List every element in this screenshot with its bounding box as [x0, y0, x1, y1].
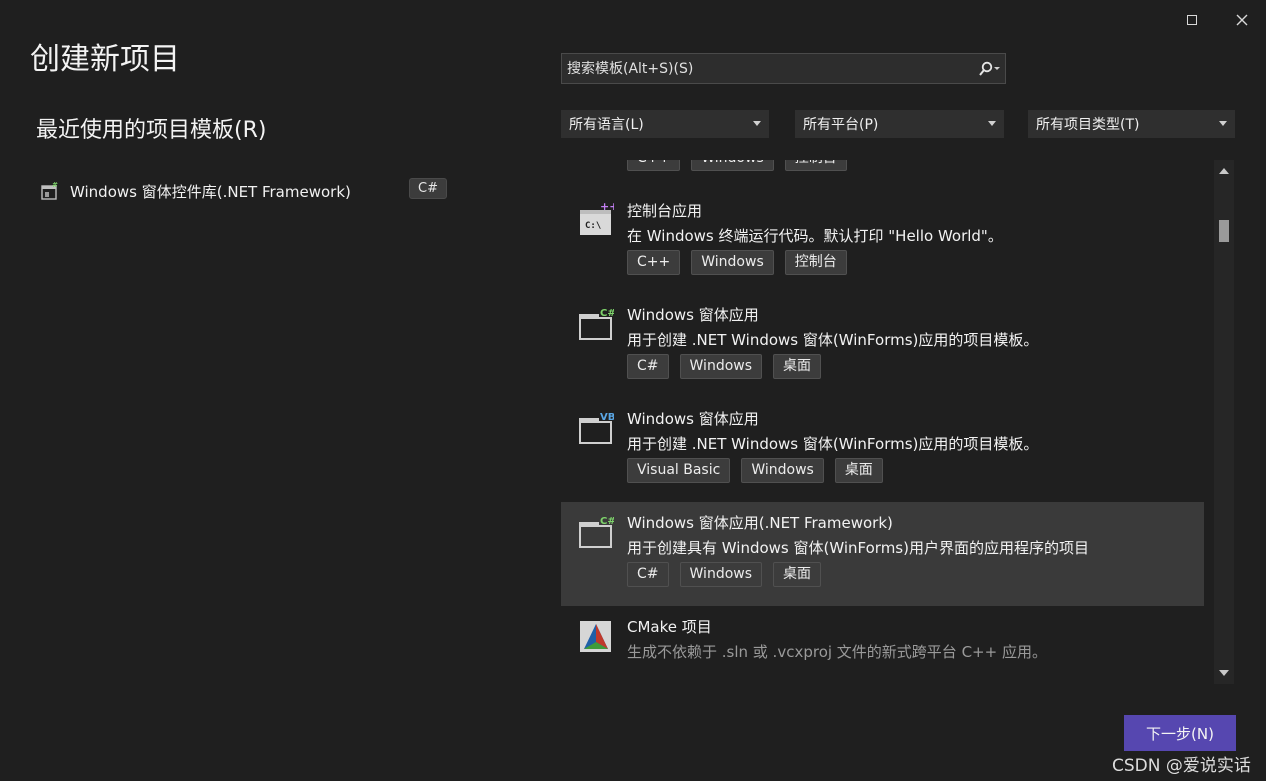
template-item[interactable]: CMake 项目 生成不依赖于 .sln 或 .vcxproj 文件的新式跨平台…	[561, 606, 1204, 684]
template-tag: C++	[627, 250, 681, 275]
template-tags: C++ Windows 控制台	[627, 250, 847, 275]
template-item[interactable]: VB Windows 窗体应用 用于创建 .NET Windows 窗体(Win…	[561, 398, 1204, 502]
chevron-down-icon	[753, 121, 761, 126]
svg-text:C#: C#	[600, 308, 614, 319]
recent-template-tag: C#	[409, 178, 447, 199]
template-item-selected[interactable]: C# Windows 窗体应用(.NET Framework) 用于创建具有 W…	[561, 502, 1204, 606]
template-list[interactable]: C++ Windows 控制台 C:\ ++ 控制台应用 在 Windows 终…	[561, 160, 1204, 684]
template-description: 用于创建具有 Windows 窗体(WinForms)用户界面的应用程序的项目	[627, 539, 1089, 557]
svg-text:++: ++	[600, 202, 614, 213]
cmake-icon	[580, 621, 611, 652]
close-icon	[1236, 14, 1248, 26]
template-title: 控制台应用	[627, 202, 703, 220]
svg-text:C:\: C:\	[585, 221, 601, 231]
template-tag: C#	[627, 562, 669, 587]
template-tag: Windows	[691, 160, 774, 171]
scroll-up-icon[interactable]	[1219, 168, 1229, 174]
template-tag: Visual Basic	[627, 458, 731, 483]
template-title: CMake 项目	[627, 618, 712, 636]
language-filter-value: 所有语言(L)	[569, 117, 644, 133]
console-app-icon: C:\ ++	[580, 202, 614, 235]
template-tag: Windows	[679, 354, 763, 379]
template-tag: Windows	[679, 562, 763, 587]
winforms-control-library-icon: #	[41, 181, 58, 200]
platform-filter-value: 所有平台(P)	[803, 117, 879, 133]
template-search-box[interactable]	[561, 53, 1006, 84]
template-tags: C# Windows 桌面	[627, 562, 822, 587]
maximize-button[interactable]	[1172, 6, 1212, 34]
scrollbar-thumb[interactable]	[1219, 220, 1229, 242]
next-button[interactable]: 下一步(N)	[1124, 715, 1236, 751]
template-tags: C# Windows 桌面	[627, 354, 822, 379]
project-type-filter-value: 所有项目类型(T)	[1036, 117, 1140, 133]
close-button[interactable]	[1222, 6, 1262, 34]
template-tag: Windows	[741, 458, 824, 483]
chevron-down-icon	[1219, 121, 1227, 126]
template-description: 用于创建 .NET Windows 窗体(WinForms)应用的项目模板。	[627, 331, 1039, 349]
recent-template-label: Windows 窗体控件库(.NET Framework)	[70, 182, 351, 201]
template-tag: C#	[627, 354, 669, 379]
template-description: 用于创建 .NET Windows 窗体(WinForms)应用的项目模板。	[627, 435, 1039, 453]
page-title: 创建新项目	[30, 42, 180, 77]
template-search-input[interactable]	[562, 59, 973, 78]
template-list-scrollbar[interactable]	[1214, 160, 1234, 684]
template-description: 在 Windows 终端运行代码。默认打印 "Hello World"。	[627, 227, 1003, 245]
template-tag: Windows	[691, 250, 774, 275]
template-tag: C++	[627, 160, 681, 171]
recent-templates-heading: 最近使用的项目模板(R)	[36, 118, 267, 143]
svg-text:VB: VB	[600, 412, 614, 423]
template-title: Windows 窗体应用	[627, 410, 759, 428]
template-tag: 控制台	[784, 250, 847, 275]
template-tag: 桌面	[834, 458, 883, 483]
template-tags: C++ Windows 控制台	[627, 160, 847, 171]
template-item[interactable]: C# Windows 窗体应用 用于创建 .NET Windows 窗体(Win…	[561, 294, 1204, 398]
platform-filter-dropdown[interactable]: 所有平台(P)	[795, 110, 1004, 138]
maximize-icon	[1187, 15, 1197, 25]
template-tag: 控制台	[784, 160, 847, 171]
template-description: 生成不依赖于 .sln 或 .vcxproj 文件的新式跨平台 C++ 应用。	[627, 643, 1047, 661]
recent-template-item[interactable]: # Windows 窗体控件库(.NET Framework) C#	[30, 176, 454, 206]
scroll-down-icon[interactable]	[1219, 670, 1229, 676]
chevron-down-icon	[988, 121, 996, 126]
template-tag: 桌面	[773, 562, 822, 587]
template-item[interactable]: C:\ ++ 控制台应用 在 Windows 终端运行代码。默认打印 "Hell…	[561, 190, 1204, 294]
template-tag: 桌面	[773, 354, 822, 379]
winforms-vb-icon: VB	[579, 410, 614, 444]
template-item[interactable]: C++ Windows 控制台	[561, 160, 1204, 190]
svg-text:#: #	[52, 181, 58, 189]
template-tags: Visual Basic Windows 桌面	[627, 458, 883, 483]
winforms-netfx-icon: C#	[579, 514, 614, 548]
project-type-filter-dropdown[interactable]: 所有项目类型(T)	[1028, 110, 1235, 138]
template-title: Windows 窗体应用	[627, 306, 759, 324]
watermark: CSDN @爱说实话	[1112, 756, 1251, 776]
svg-text:C#: C#	[600, 516, 614, 527]
template-title: Windows 窗体应用(.NET Framework)	[627, 514, 893, 532]
language-filter-dropdown[interactable]: 所有语言(L)	[561, 110, 769, 138]
search-icon[interactable]	[973, 61, 1005, 77]
winforms-csharp-icon: C#	[579, 306, 614, 340]
